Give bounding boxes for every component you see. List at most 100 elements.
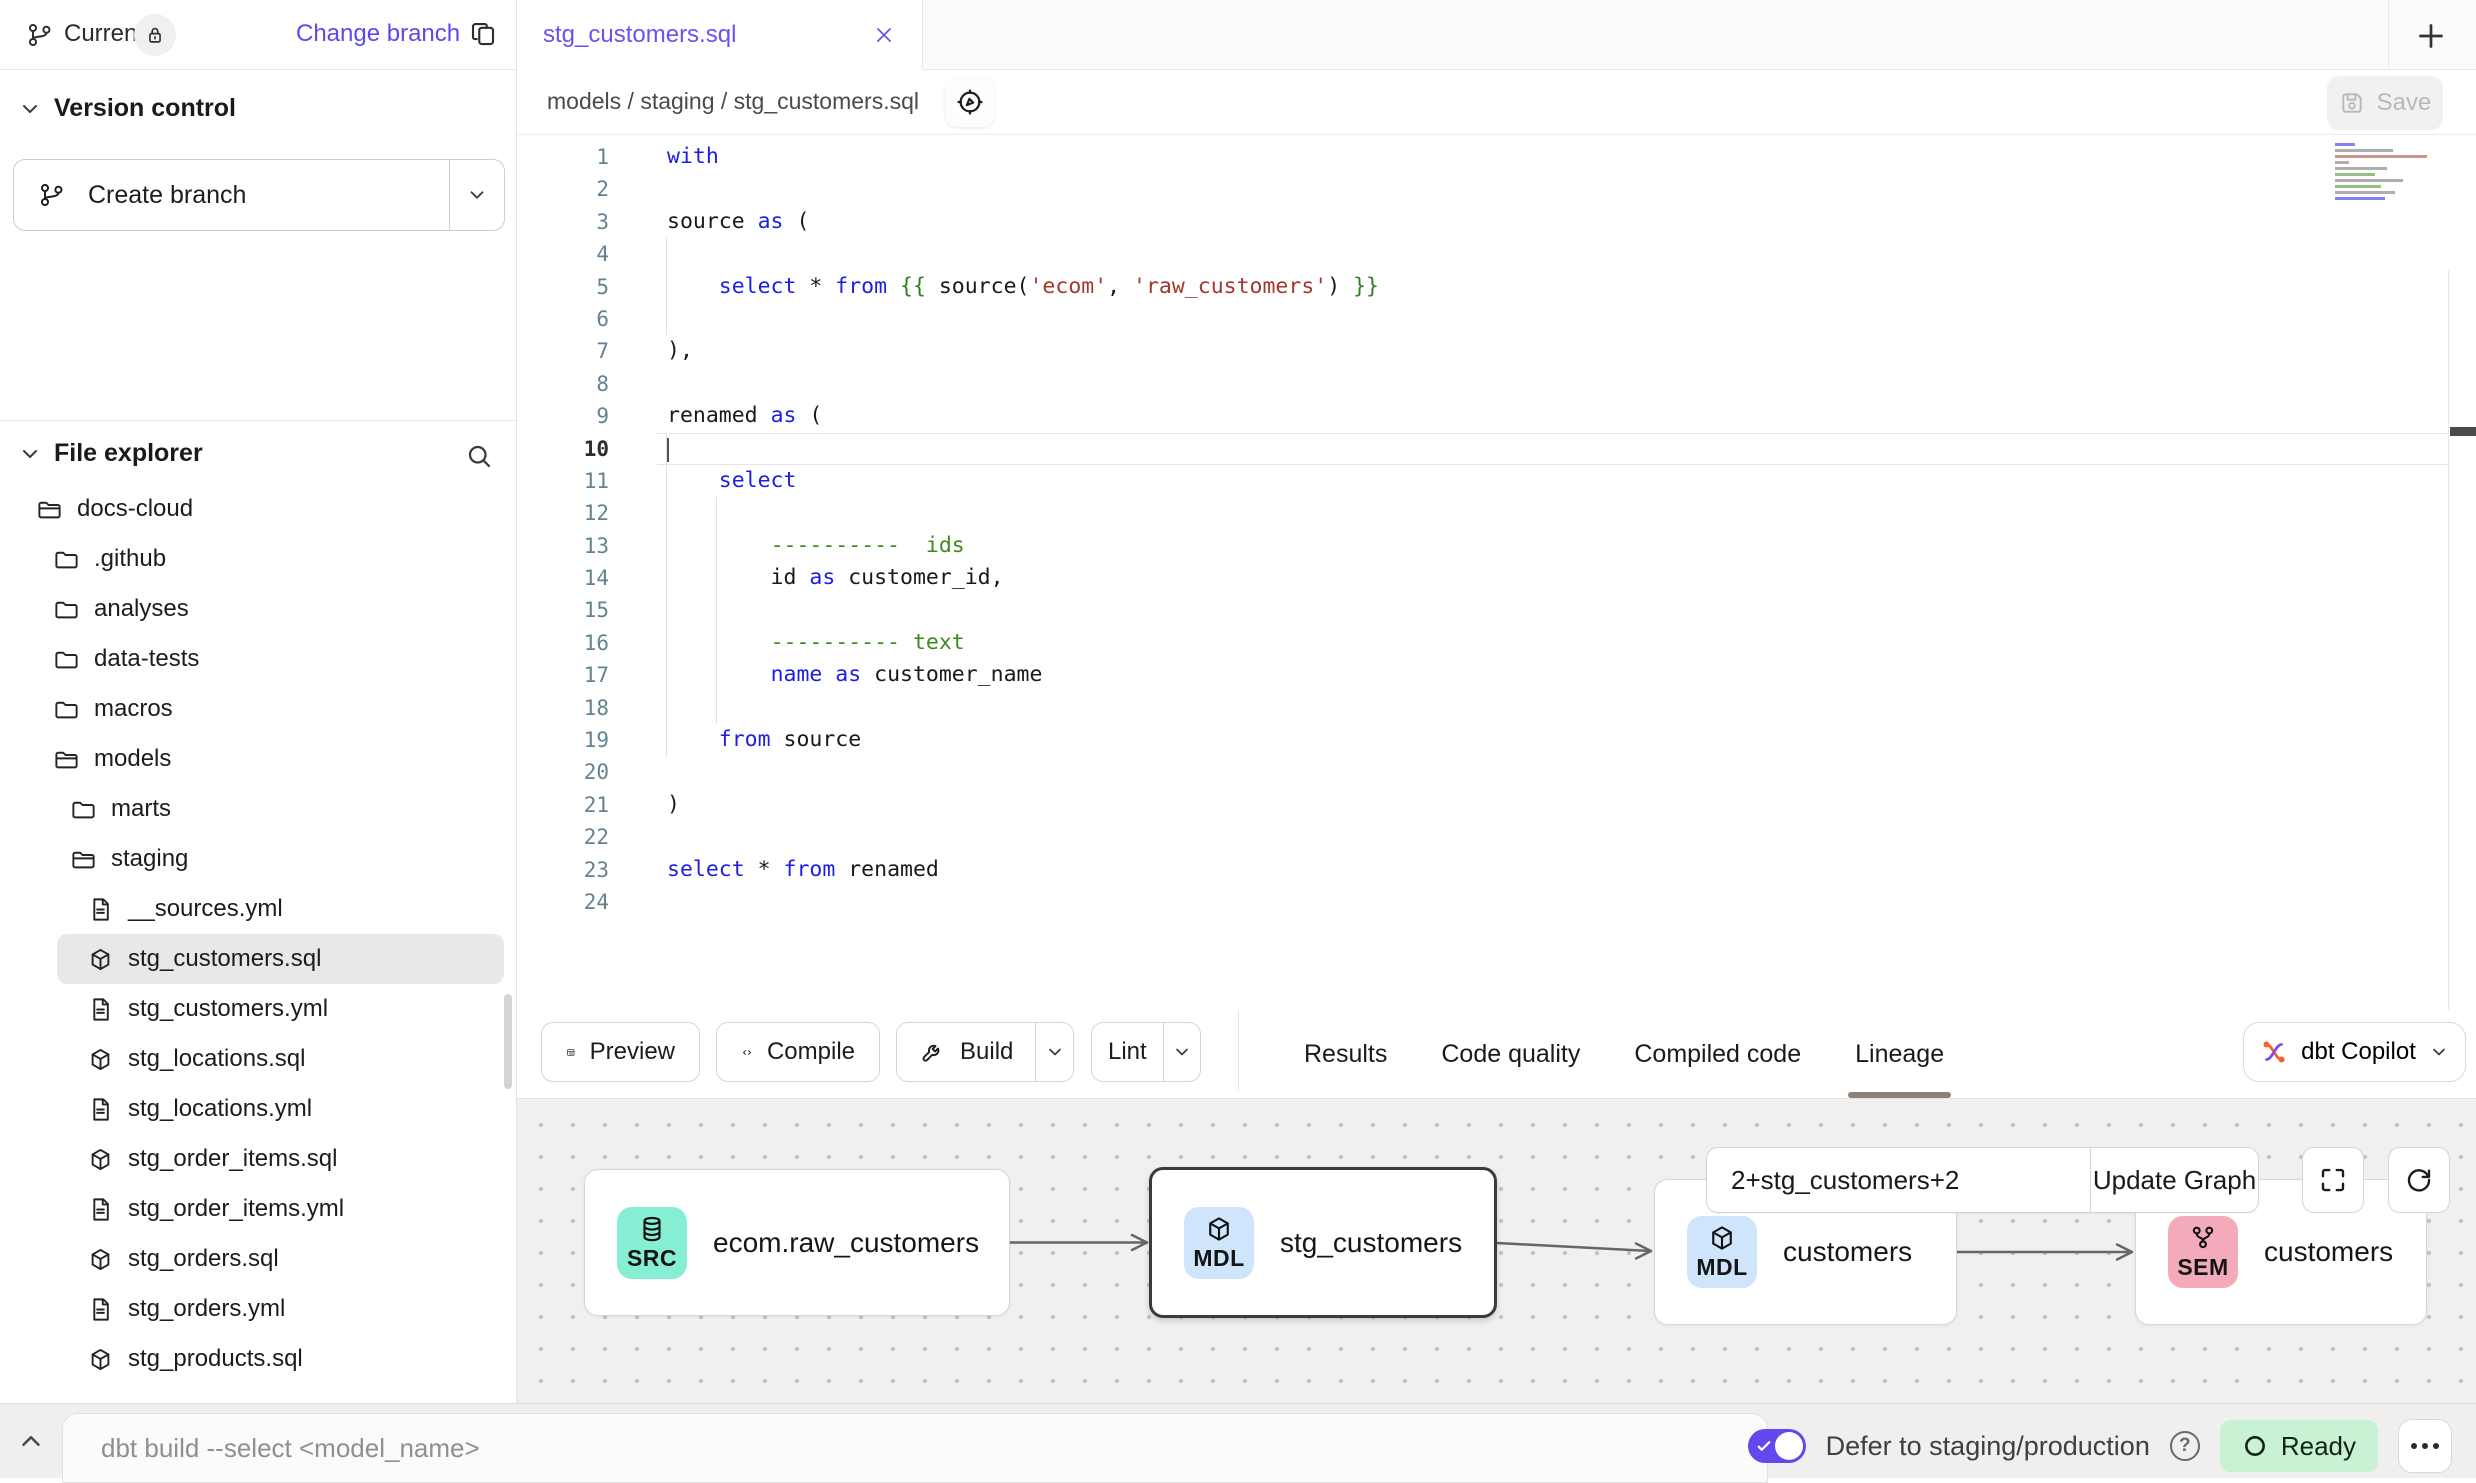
build-main[interactable]: Build [897,1023,1036,1081]
code-line[interactable]: 21) [517,789,2476,821]
preview-button[interactable]: Preview [541,1022,700,1082]
lineage-panel[interactable]: SRC ecom.raw_customers MDL stg_customers [517,1098,2476,1403]
lint-main[interactable]: Lint [1092,1023,1164,1081]
file-tree-item[interactable]: stg_products.sql [0,1334,516,1384]
create-branch-caret[interactable] [450,160,504,230]
code-line[interactable]: 2 [517,173,2476,205]
file-tree-item[interactable]: stg_order_items.sql [0,1134,516,1184]
code-line[interactable]: 8 [517,368,2476,400]
copilot-compass-chip[interactable] [945,77,995,127]
file-tree-item[interactable]: stg_locations.yml [0,1084,516,1134]
save-button[interactable]: Save [2327,76,2443,130]
new-tab-plus-icon[interactable] [2413,18,2449,54]
branch-header: Current Change branch [0,0,516,70]
refresh-button[interactable] [2388,1147,2450,1213]
file-tree-item[interactable]: analyses [0,584,516,634]
cube-icon [1707,1223,1737,1253]
fullscreen-button[interactable] [2302,1147,2364,1213]
tab-title: stg_customers.sql [543,21,872,49]
file-tree-item[interactable]: .github [0,534,516,584]
more-options-button[interactable] [2398,1419,2452,1473]
model-badge: MDL [1687,1216,1757,1288]
folder-open-icon [53,746,80,773]
code-line[interactable]: 24 [517,886,2476,918]
file-tree-item[interactable]: stg_order_items.yml [0,1184,516,1234]
node-label: customers [1783,1236,1912,1268]
command-input[interactable] [101,1414,1601,1482]
code-line[interactable]: 3source as ( [517,206,2476,238]
file-tree-item[interactable]: stg_locations.sql [0,1034,516,1084]
scrollbar-marker[interactable] [2450,427,2476,436]
code-line[interactable]: 16 ---------- text [517,627,2476,659]
lineage-node-source[interactable]: SRC ecom.raw_customers [584,1169,1010,1316]
chevron-up-icon[interactable] [16,1426,46,1456]
file-tree-item[interactable]: docs-cloud [0,484,516,534]
close-icon[interactable] [872,23,896,47]
update-graph-button[interactable]: Update Graph [2091,1148,2258,1212]
code-line[interactable]: 17 name as customer_name [517,659,2476,691]
file-tree-item[interactable]: models [0,734,516,784]
lint-caret[interactable] [1164,1023,1200,1081]
file-name: .github [94,545,166,573]
code-lines[interactable]: 1with23source as (45 select * from {{ so… [517,141,2476,918]
sidebar-scrollbar-thumb[interactable] [504,994,512,1089]
create-branch-button[interactable]: Create branch [13,159,505,231]
tab-lineage[interactable]: Lineage [1828,1010,1971,1098]
lineage-node-stg-customers[interactable]: MDL stg_customers [1149,1167,1497,1318]
code-line[interactable]: 9renamed as ( [517,400,2476,432]
code-line[interactable]: 11 select [517,465,2476,497]
help-icon[interactable]: ? [2170,1431,2200,1461]
file-tree-item[interactable]: stg_orders.sql [0,1234,516,1284]
file-tree-item[interactable]: stg_orders.yml [0,1284,516,1334]
code-line[interactable]: 4 [517,238,2476,270]
lint-button[interactable]: Lint [1091,1022,1201,1082]
code-line[interactable]: 22 [517,821,2476,853]
status-badge[interactable]: Ready [2220,1420,2378,1472]
file-explorer-header[interactable]: File explorer [18,439,203,468]
branch-readonly-badge [134,14,176,56]
code-line[interactable]: 19 from source [517,724,2476,756]
code-line[interactable]: 15 [517,594,2476,626]
dbt-copilot-button[interactable]: dbt Copilot [2243,1022,2466,1082]
model-icon [87,946,114,973]
tab-results[interactable]: Results [1277,1010,1414,1098]
code-line[interactable]: 1with [517,141,2476,173]
code-line[interactable]: 7), [517,335,2476,367]
chevron-down-icon [1172,1042,1192,1062]
defer-toggle[interactable] [1748,1429,1806,1463]
file-name: stg_order_items.sql [128,1145,337,1173]
file-tree-item[interactable]: staging [0,834,516,884]
tab-code-quality[interactable]: Code quality [1414,1010,1607,1098]
tab-stg-customers-sql[interactable]: stg_customers.sql [517,0,923,70]
create-branch-main[interactable]: Create branch [14,160,450,230]
compile-button[interactable]: Compile [716,1022,880,1082]
file-tree-item[interactable]: stg_customers.yml [0,984,516,1034]
build-caret[interactable] [1036,1023,1073,1081]
code-line[interactable]: 23select * from renamed [517,854,2476,886]
code-line[interactable]: 6 [517,303,2476,335]
change-branch-link[interactable]: Change branch [296,20,460,48]
file-tree-item[interactable]: __sources.yml [0,884,516,934]
lineage-selector-input[interactable] [1707,1148,2091,1212]
code-line[interactable]: 18 [517,692,2476,724]
search-icon[interactable] [464,441,494,471]
file-tree-item[interactable]: marts [0,784,516,834]
file-tree-item[interactable]: macros [0,684,516,734]
file-tree-item[interactable]: data-tests [0,634,516,684]
version-control-header[interactable]: Version control [18,94,236,123]
code-line[interactable]: 14 id as customer_id, [517,562,2476,594]
command-input-box [62,1413,1768,1483]
code-line[interactable]: 5 select * from {{ source('ecom', 'raw_c… [517,271,2476,303]
status-label: Ready [2281,1431,2356,1462]
build-button[interactable]: Build [896,1022,1074,1082]
code-editor[interactable]: 1with23source as (45 select * from {{ so… [517,135,2476,1010]
code-line[interactable]: 12 [517,497,2476,529]
sidebar: Current Change branch Version control [0,0,517,1403]
code-line[interactable]: 20 [517,756,2476,788]
minimap[interactable] [2335,140,2447,203]
copy-icon[interactable] [468,19,498,49]
file-tree-item[interactable]: stg_customers.sql [57,934,504,984]
code-line[interactable]: 10 [517,433,2476,465]
tab-compiled-code[interactable]: Compiled code [1607,1010,1828,1098]
code-line[interactable]: 13 ---------- ids [517,530,2476,562]
